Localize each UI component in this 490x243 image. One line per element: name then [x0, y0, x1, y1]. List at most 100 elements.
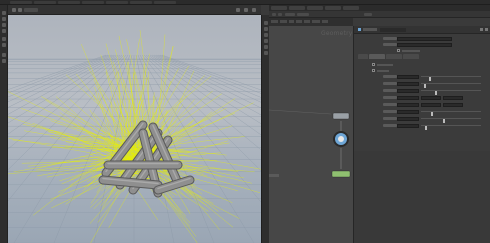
forward-icon[interactable] [278, 13, 282, 16]
node-label-offscreen [269, 174, 279, 177]
param-value[interactable] [397, 123, 419, 128]
param-value[interactable] [443, 102, 463, 107]
desktop-tab[interactable] [154, 1, 176, 4]
move-tool-icon[interactable] [2, 17, 6, 21]
scale-tool-icon[interactable] [2, 29, 6, 33]
viewport-toolbar [8, 5, 261, 15]
param-value[interactable] [443, 95, 463, 100]
gear-icon[interactable] [480, 28, 483, 31]
pane-tab[interactable] [343, 6, 359, 10]
desktop-tab[interactable] [34, 1, 56, 4]
viewport-right-toolbar [261, 15, 269, 243]
node-name-field[interactable] [380, 27, 406, 32]
wireframe-icon[interactable] [12, 8, 16, 12]
param-value[interactable] [397, 95, 419, 100]
shaded-icon[interactable] [18, 8, 22, 12]
param-slider[interactable] [421, 125, 481, 130]
node-type-icon [358, 28, 361, 31]
parameter-editor [353, 26, 490, 243]
display-toggle-icon[interactable] [264, 45, 268, 49]
path-obj[interactable] [285, 13, 295, 16]
param-value[interactable] [397, 102, 419, 107]
path-geo[interactable] [297, 13, 309, 16]
param-slider[interactable] [421, 111, 481, 116]
tab-output[interactable] [403, 54, 419, 59]
tab-prim-attribs[interactable] [386, 54, 402, 59]
camera-menu-icon[interactable] [244, 8, 248, 12]
display-toggle-icon[interactable] [264, 33, 268, 37]
param-header [354, 26, 490, 34]
param-value[interactable] [397, 74, 419, 79]
menu-layout[interactable] [312, 20, 320, 23]
param-value[interactable] [397, 81, 419, 86]
param-value[interactable] [421, 95, 441, 100]
scene-viewport[interactable] [8, 15, 261, 243]
param-empty-area [354, 151, 490, 243]
param-value[interactable] [397, 116, 419, 121]
param-row-vector [354, 95, 490, 100]
menu-edit[interactable] [280, 20, 287, 23]
tab-distribution[interactable] [369, 54, 385, 59]
menu-help[interactable] [322, 20, 328, 23]
tab-shape[interactable] [358, 54, 368, 59]
pane-tab[interactable] [307, 6, 323, 10]
display-toggle-icon[interactable] [264, 51, 268, 55]
rotate-tool-icon[interactable] [2, 23, 6, 27]
menu-go[interactable] [289, 20, 294, 23]
param-row-slider [354, 109, 490, 116]
param-checkbox[interactable] [372, 63, 375, 66]
param-row-toggle [354, 48, 490, 53]
param-row-slider [354, 88, 490, 95]
param-row-slider [354, 81, 490, 88]
param-value[interactable] [421, 102, 441, 107]
path-node-label[interactable] [364, 13, 372, 16]
desktop-tab[interactable] [82, 1, 104, 4]
param-field[interactable] [397, 42, 452, 47]
network-editor[interactable]: Geometry [269, 26, 353, 243]
desktop-tab[interactable] [106, 1, 128, 4]
camera-icon[interactable] [2, 53, 6, 57]
back-icon[interactable] [272, 13, 276, 16]
menu-view[interactable] [296, 20, 302, 23]
light-icon[interactable] [2, 59, 6, 63]
param-row-group [354, 36, 490, 41]
param-row-slider [354, 74, 490, 81]
path-field[interactable] [24, 8, 38, 12]
handle-tool-icon[interactable] [2, 37, 6, 41]
param-value[interactable] [397, 109, 419, 114]
param-value[interactable] [397, 88, 419, 93]
display-toggle-icon[interactable] [264, 27, 268, 31]
node-upstream[interactable] [332, 112, 350, 120]
param-checkbox[interactable] [372, 69, 375, 72]
param-slider[interactable] [421, 90, 481, 95]
param-slider[interactable] [421, 83, 481, 88]
pane-tab[interactable] [271, 6, 287, 10]
param-slider[interactable] [421, 118, 481, 123]
pane-tab[interactable] [325, 6, 341, 10]
brush-tool-icon[interactable] [2, 43, 6, 47]
node-type-label [363, 28, 377, 31]
menu-add[interactable] [271, 20, 278, 23]
view-menu-icon[interactable] [252, 8, 256, 12]
desktop-tab[interactable] [58, 1, 80, 4]
param-row-checkbox-a [354, 62, 490, 67]
menu-tools[interactable] [304, 20, 310, 23]
display-toggle-icon[interactable] [264, 21, 268, 25]
select-tool-icon[interactable] [2, 11, 6, 15]
param-row-vector [354, 102, 490, 107]
pane-tab[interactable] [289, 6, 305, 10]
node-graph [269, 109, 351, 178]
viewport-scene [8, 30, 261, 243]
desktop-tab[interactable] [130, 1, 152, 4]
param-row-source [354, 42, 490, 47]
param-field[interactable] [397, 36, 452, 41]
display-options-icon[interactable] [236, 8, 240, 12]
param-row-slider [354, 116, 490, 123]
node-output[interactable] [331, 170, 351, 178]
desktop-tab[interactable] [10, 1, 32, 4]
param-row-checkbox-b [354, 68, 490, 73]
help-icon[interactable] [485, 28, 488, 31]
param-slider[interactable] [421, 76, 481, 81]
param-checkbox[interactable] [397, 49, 400, 52]
display-toggle-icon[interactable] [264, 39, 268, 43]
